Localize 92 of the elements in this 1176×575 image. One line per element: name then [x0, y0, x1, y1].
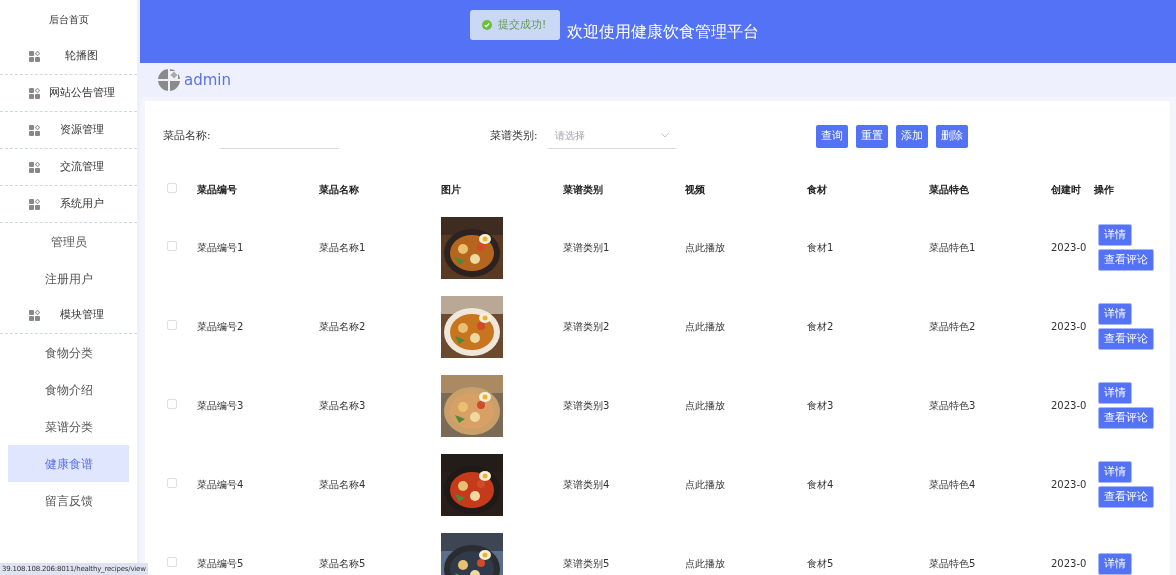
details-button[interactable]: 详情: [1098, 461, 1132, 483]
menu-item[interactable]: 食物分类: [8, 334, 129, 371]
play-link[interactable]: 点此播放: [685, 400, 725, 411]
success-toast: 提交成功!: [470, 10, 560, 40]
menu-group-icon: [29, 50, 40, 62]
menu-group-icon: [29, 309, 40, 321]
user-name[interactable]: admin: [184, 68, 231, 92]
menu-group-icon: [29, 161, 40, 173]
menu-group-icon: [29, 198, 40, 210]
table-cell: 2023-0: [1051, 321, 1087, 332]
menu-group[interactable]: 系统用户: [0, 186, 137, 223]
column-header: 视频: [685, 184, 705, 195]
table-cell: 菜谱类别1: [563, 242, 610, 253]
table-cell: 菜谱类别4: [563, 479, 610, 490]
menu-group-icon: [29, 87, 40, 99]
play-link[interactable]: 点此播放: [685, 321, 725, 332]
comments-button[interactable]: 查看评论: [1098, 407, 1154, 429]
play-link[interactable]: 点此播放: [685, 558, 725, 569]
column-header: 操作: [1094, 184, 1114, 195]
menu-group[interactable]: 网站公告管理: [0, 75, 137, 112]
toolbar-button[interactable]: 查询: [816, 124, 848, 148]
table-cell: 2023-0: [1051, 400, 1087, 411]
table-cell: 菜品名称1: [319, 242, 366, 253]
table-cell: 食材5: [807, 558, 834, 569]
table-cell: 食材2: [807, 321, 834, 332]
field-label: 菜品名称:: [163, 128, 212, 144]
table-cell: 菜品名称5: [319, 558, 366, 569]
table-cell: 菜品编号2: [197, 321, 244, 332]
column-header: 食材: [807, 184, 827, 195]
select-placeholder: 请选择: [555, 129, 585, 143]
details-button[interactable]: 详情: [1098, 552, 1132, 575]
row-checkbox[interactable]: [167, 320, 177, 330]
column-header: 菜品名称: [319, 184, 359, 195]
menu-item[interactable]: 食物介绍: [8, 371, 129, 408]
table-cell: 菜品特色1: [929, 242, 976, 253]
row-checkbox[interactable]: [167, 241, 177, 251]
details-button[interactable]: 详情: [1098, 303, 1132, 325]
table-cell: 菜品名称4: [319, 479, 366, 490]
toolbar-button[interactable]: 重置: [856, 124, 888, 148]
column-header: 创建时: [1051, 184, 1081, 195]
field-label: 菜谱类别:: [490, 128, 539, 144]
comments-button[interactable]: 查看评论: [1098, 249, 1154, 271]
column-header: 菜品编号: [197, 184, 237, 195]
details-button[interactable]: 详情: [1098, 382, 1132, 404]
table-cell: 菜品特色3: [929, 400, 976, 411]
comments-button[interactable]: 查看评论: [1098, 486, 1154, 508]
check-icon: [482, 20, 492, 30]
table-cell: 菜品编号5: [197, 558, 244, 569]
play-link[interactable]: 点此播放: [685, 242, 725, 253]
table-cell: 菜品名称2: [319, 321, 366, 332]
table-cell: 菜品编号1: [197, 242, 244, 253]
chevron-icon: [661, 133, 669, 138]
play-link[interactable]: 点此播放: [685, 479, 725, 490]
menu-item[interactable]: 注册用户: [8, 260, 129, 297]
menu-item[interactable]: 菜谱分类: [8, 408, 129, 445]
table-cell: 菜谱类别5: [563, 558, 610, 569]
table-cell: 2023-0: [1051, 242, 1087, 253]
menu-group-icon: [29, 124, 40, 136]
row-checkbox[interactable]: [167, 557, 177, 567]
table-cell: 菜品编号3: [197, 400, 244, 411]
menu-group[interactable]: 资源管理: [0, 112, 137, 149]
menu-group[interactable]: 模块管理: [0, 297, 137, 334]
home-link[interactable]: 后台首页: [48, 11, 89, 27]
avatar-icon: [158, 69, 180, 91]
column-header: 图片: [441, 184, 461, 195]
column-header: 菜谱类别: [563, 184, 603, 195]
table-cell: 菜品编号4: [197, 479, 244, 490]
details-button[interactable]: 详情: [1098, 224, 1132, 246]
table-cell: 菜谱类别3: [563, 400, 610, 411]
toolbar-button[interactable]: 删除: [936, 124, 968, 148]
table-cell: 菜品特色5: [929, 558, 976, 569]
row-checkbox[interactable]: [167, 478, 177, 488]
menu-item[interactable]: 管理员: [8, 223, 129, 260]
table-cell: 菜谱类别2: [563, 321, 610, 332]
table-cell: 2023-0: [1051, 558, 1087, 569]
menu-group[interactable]: 交流管理: [0, 149, 137, 186]
row-checkbox[interactable]: [167, 399, 177, 409]
menu-group[interactable]: 轮播图: [0, 38, 137, 75]
menu-item[interactable]: 留言反馈: [8, 482, 129, 519]
table-cell: 菜品特色2: [929, 321, 976, 332]
table-cell: 菜品特色4: [929, 479, 976, 490]
page-title: 欢迎使用健康饮食管理平台: [567, 20, 759, 43]
table-cell: 食材4: [807, 479, 834, 490]
menu-item[interactable]: 健康食谱: [8, 445, 129, 482]
select-all-checkbox[interactable]: [167, 183, 177, 193]
table-cell: 食材3: [807, 400, 834, 411]
table-cell: 菜品名称3: [319, 400, 366, 411]
comments-button[interactable]: 查看评论: [1098, 328, 1154, 350]
column-header: 菜品特色: [929, 184, 969, 195]
table-cell: 食材1: [807, 242, 834, 253]
table-cell: 2023-0: [1051, 479, 1087, 490]
toolbar-button[interactable]: 添加: [896, 124, 928, 148]
